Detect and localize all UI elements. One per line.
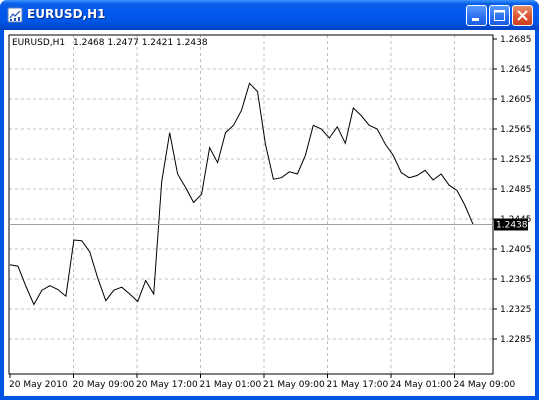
y-tick-label: 1.2365 bbox=[500, 275, 532, 285]
x-tick-label: 20 May 17:00 bbox=[136, 380, 198, 390]
ohlc-values: 1.2468 1.2477 1.2421 1.2438 bbox=[73, 38, 208, 48]
y-tick-label: 1.2605 bbox=[500, 95, 532, 105]
minimize-icon bbox=[472, 18, 479, 21]
close-button[interactable] bbox=[512, 5, 533, 26]
maximize-icon bbox=[494, 10, 505, 21]
close-icon bbox=[517, 10, 528, 21]
y-tick-label: 1.2685 bbox=[500, 35, 532, 45]
title-bar[interactable]: EURUSD,H1 bbox=[0, 0, 539, 30]
y-tick-label: 1.2325 bbox=[500, 305, 532, 315]
x-tick-label: 24 May 09:00 bbox=[454, 380, 516, 390]
y-tick-label: 1.2565 bbox=[500, 125, 532, 135]
x-tick-label: 20 May 09:00 bbox=[73, 380, 135, 390]
chart-window: EURUSD,H1 1.2685 1.2645 1.2605 1.2565 1.2525… bbox=[0, 0, 539, 400]
x-tick-label: 20 May 2010 bbox=[9, 380, 68, 390]
x-tick-label: 24 May 01:00 bbox=[390, 380, 452, 390]
window-title: EURUSD,H1 bbox=[27, 7, 106, 21]
y-tick-label: 1.2405 bbox=[500, 245, 532, 255]
x-tick-label: 21 May 17:00 bbox=[327, 380, 389, 390]
y-tick-label: 1.2645 bbox=[500, 65, 532, 75]
maximize-button[interactable] bbox=[489, 5, 510, 26]
price-marker: 1.2438 bbox=[494, 218, 528, 231]
x-tick-label: 21 May 09:00 bbox=[263, 380, 325, 390]
y-tick-label: 1.2525 bbox=[500, 155, 532, 165]
minimize-button[interactable] bbox=[466, 5, 487, 26]
symbol-label: EURUSD,H1 bbox=[12, 38, 65, 48]
chart-area[interactable]: 1.2685 1.2645 1.2605 1.2565 1.2525 1.2485 1.24… bbox=[4, 30, 535, 396]
y-tick-label: 1.2485 bbox=[500, 185, 532, 195]
chart-app-icon[interactable] bbox=[7, 7, 23, 23]
price-marker-label: 1.2438 bbox=[496, 221, 528, 231]
price-chart[interactable]: 1.2685 1.2645 1.2605 1.2565 1.2525 1.2485 1.24… bbox=[4, 30, 535, 396]
y-tick-label: 1.2285 bbox=[500, 335, 532, 345]
chart-background bbox=[4, 30, 535, 396]
x-tick-label: 21 May 01:00 bbox=[200, 380, 262, 390]
